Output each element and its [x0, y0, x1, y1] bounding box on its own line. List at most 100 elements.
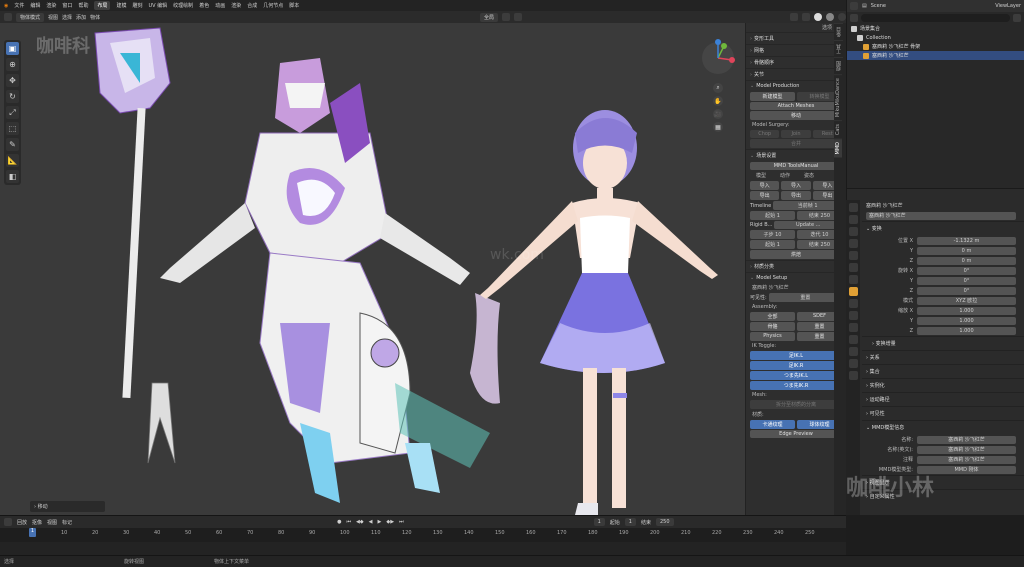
mmd-comment-field[interactable]: 塞西莉 沙飞红芒 [917, 455, 1016, 464]
mmd-tools-manual-button[interactable]: MMD ToolsManual [750, 162, 842, 170]
start-frame-input[interactable]: 1 [624, 518, 636, 526]
section-model-setup[interactable]: ⌄ Model Setup [746, 272, 846, 283]
material-tab-icon[interactable] [848, 359, 858, 368]
proportional-edit-icon[interactable] [514, 13, 522, 21]
rotation-mode-dropdown[interactable]: XYZ 欧拉 [917, 296, 1016, 305]
rotation-x-field[interactable]: 0° [917, 266, 1016, 275]
export-model-button[interactable]: 导出 [750, 191, 780, 200]
rigid-update-button[interactable]: Update ... [774, 221, 842, 229]
section-scene-setup[interactable]: ⌄ 场景设置 [746, 149, 846, 161]
tab-item[interactable]: 条目 [834, 23, 843, 40]
texture-tab-icon[interactable] [848, 371, 858, 380]
outliner-collection[interactable]: Collection [847, 33, 1024, 42]
section-mmd-model-info[interactable]: ⌄ MMD模型信息 [862, 420, 1024, 434]
rotation-z-field[interactable]: 0° [917, 286, 1016, 295]
scene-name[interactable]: Scene [871, 3, 886, 9]
scale-icon[interactable]: ⤢ [6, 106, 19, 119]
view-layer-tab-icon[interactable] [848, 239, 858, 248]
pan-hand-icon[interactable]: ✋ [713, 96, 723, 106]
end-frame-input[interactable]: 250 [656, 518, 674, 526]
tab-tool[interactable]: 工具 [834, 40, 843, 57]
tab-mmd[interactable]: MMD [834, 138, 842, 158]
section-visibility[interactable]: › 可见性 [862, 406, 1024, 420]
modifier-tab-icon[interactable] [848, 299, 858, 308]
bake-button[interactable]: 烘焙 [750, 250, 842, 259]
move-icon[interactable]: ✥ [6, 74, 19, 87]
bones-button[interactable]: 骨骼 [750, 322, 795, 331]
select-box-icon[interactable]: ▣ [6, 42, 19, 55]
playhead[interactable]: 1 [29, 528, 36, 537]
outliner-scene-collection[interactable]: 场景集合 [847, 24, 1024, 33]
tab-modeling[interactable]: 建模 [116, 2, 126, 9]
output-tab-icon[interactable] [848, 227, 858, 236]
mmd-name-field[interactable]: 塞西莉 沙飞红芒 [917, 435, 1016, 444]
collection-tab-icon[interactable] [848, 275, 858, 284]
mmd-name-en-field[interactable]: 塞西莉 沙飞红芒 [917, 445, 1016, 454]
physics-tab-icon[interactable] [848, 323, 858, 332]
assembly-all-button[interactable]: 全部 [750, 312, 795, 321]
export-motion-button[interactable]: 导出 [781, 191, 811, 200]
outliner-search-input[interactable] [861, 14, 1010, 22]
transform-orientation-dropdown[interactable]: 全局 [479, 12, 498, 22]
operator-redo-panel[interactable]: › 移动 [30, 501, 105, 512]
tab-scripting[interactable]: 脚本 [289, 2, 299, 9]
current-frame-input[interactable]: 1 [593, 518, 605, 526]
location-z-field[interactable]: 0 m [917, 256, 1016, 265]
add-cube-icon[interactable]: ◧ [6, 170, 19, 183]
scale-y-field[interactable]: 1.000 [917, 316, 1016, 325]
annotate-icon[interactable]: ✎ [6, 138, 19, 151]
menu-object[interactable]: 物体 [90, 14, 100, 21]
tab-texture-paint[interactable]: 纹理绘制 [173, 2, 193, 9]
separate-button[interactable]: 移动 [750, 111, 842, 120]
particles-tab-icon[interactable] [848, 311, 858, 320]
timeline-ruler[interactable]: 1102030405060708090100110120130140150160… [0, 528, 846, 542]
menu-view[interactable]: 视图 [47, 519, 57, 526]
editor-type-icon[interactable] [850, 2, 858, 10]
material-shading-icon[interactable] [826, 13, 834, 21]
cursor-icon[interactable]: ⊕ [6, 58, 19, 71]
render-tab-icon[interactable] [848, 215, 858, 224]
location-y-field[interactable]: 0 m [917, 246, 1016, 255]
zoom-icon[interactable]: ⌕ [713, 83, 723, 93]
data-tab-icon[interactable] [848, 347, 858, 356]
xray-icon[interactable] [802, 13, 810, 21]
rotate-icon[interactable]: ↻ [6, 90, 19, 103]
ik-toggle-leg-r[interactable]: 足IK.R [750, 361, 842, 370]
tab-geometry-nodes[interactable]: 几何节点 [263, 2, 283, 9]
tab-view[interactable]: 视图 [834, 57, 843, 74]
rendered-shading-icon[interactable] [838, 13, 846, 21]
perspective-grid-icon[interactable]: ▦ [713, 122, 723, 132]
menu-file[interactable]: 文件 [14, 2, 24, 9]
section-transform[interactable]: ⌄ 变换 [862, 221, 1024, 235]
overlay-icon[interactable] [790, 13, 798, 21]
merge-button[interactable]: 合并 [750, 139, 842, 148]
new-model-button[interactable]: 新建模型 [750, 92, 795, 101]
substeps-field[interactable]: 子步 10 [750, 230, 795, 239]
prev-key-icon[interactable]: ◀◆ [356, 519, 364, 525]
join-button[interactable]: Join [781, 130, 811, 138]
navigation-gizmo[interactable]: ⌕ ✋ 🎥 ▦ [698, 38, 738, 148]
tab-compositing[interactable]: 合成 [247, 2, 257, 9]
menu-window[interactable]: 窗口 [62, 2, 72, 9]
section-bone-order[interactable]: › 骨骼顺序 [746, 56, 846, 68]
scale-x-field[interactable]: 1.000 [917, 306, 1016, 315]
tab-uv-editing[interactable]: UV 编辑 [149, 2, 168, 9]
section-motion-paths[interactable]: › 运动路径 [862, 392, 1024, 406]
chop-button[interactable]: Chop [750, 130, 780, 138]
section-model-production[interactable]: ⌄ Model Production [746, 80, 846, 91]
world-tab-icon[interactable] [848, 263, 858, 272]
tab-animation[interactable]: 动画 [215, 2, 225, 9]
play-icon[interactable]: ▶ [378, 519, 382, 525]
filter-icon[interactable] [1013, 14, 1021, 22]
reset-visibility-button[interactable]: 重置 [768, 293, 842, 302]
physics-button[interactable]: Physics [750, 332, 795, 341]
snap-icon[interactable] [502, 13, 510, 21]
ik-toggle-leg-l[interactable]: 足IK.L [750, 351, 842, 360]
tab-mikumikudance[interactable]: MikuMikuDance [834, 74, 842, 121]
rotation-y-field[interactable]: 0° [917, 276, 1016, 285]
section-joints[interactable]: › 关节 [746, 68, 846, 80]
options-dropdown[interactable]: 选项 [746, 23, 846, 32]
timeline-start-field[interactable]: 起始 1 [750, 211, 795, 220]
blender-logo-icon[interactable]: ◉ [4, 3, 8, 9]
play-reverse-icon[interactable]: ◀ [369, 519, 373, 525]
